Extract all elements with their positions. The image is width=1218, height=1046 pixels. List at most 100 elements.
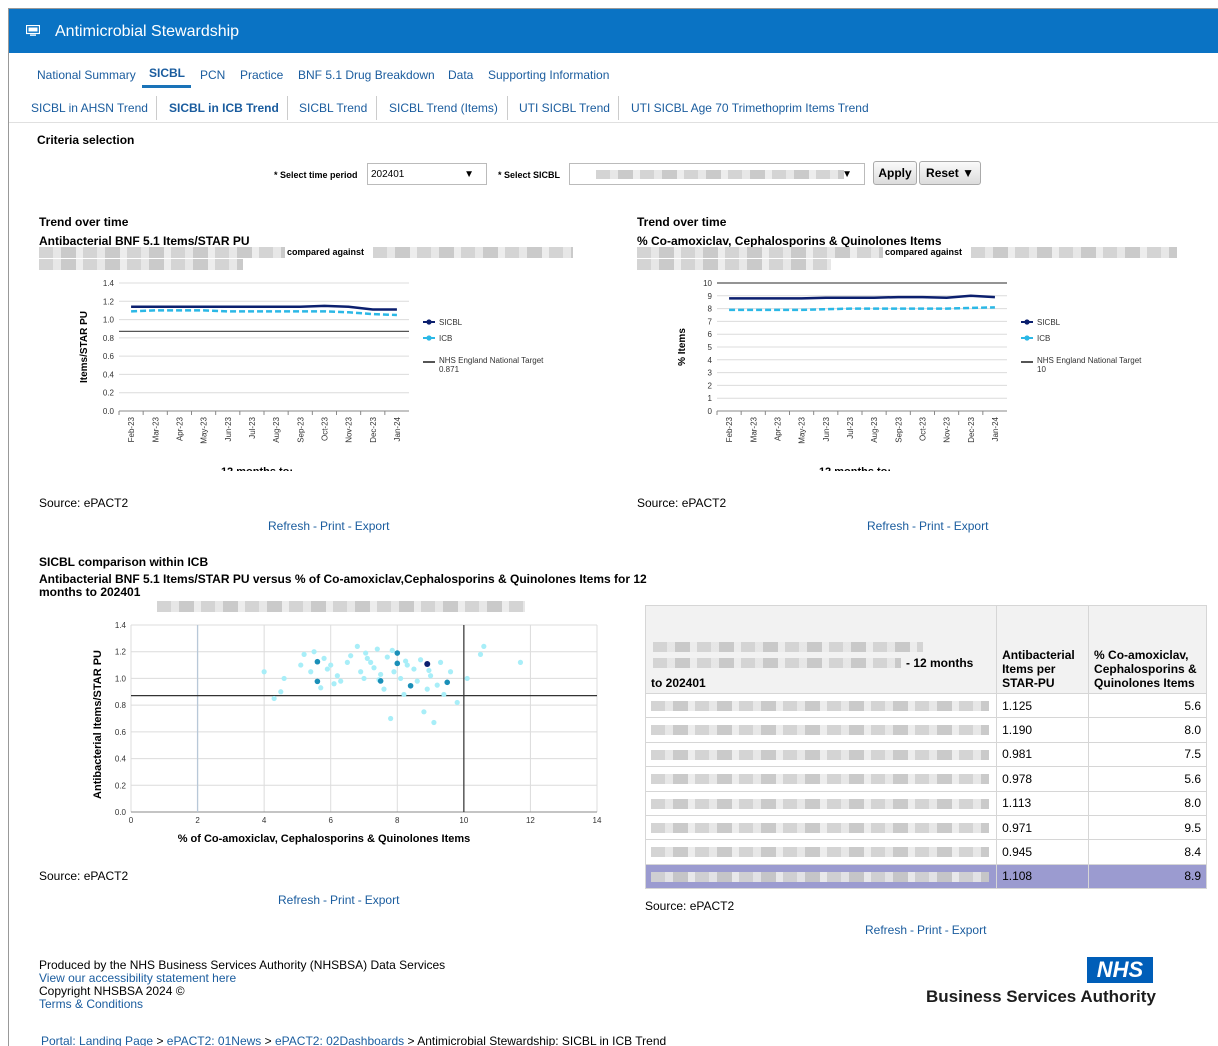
- redacted-text: [651, 701, 989, 711]
- x-tick-label: Oct-23: [320, 416, 329, 441]
- y-tick-label: 1.0: [115, 674, 127, 683]
- column-header-tail: - 12 months: [906, 656, 974, 670]
- bsa-logo-text: Business Services Authority: [926, 987, 1156, 1006]
- sicbl-comparison-table: - 12 months to 202401 Antibacterial Item…: [644, 605, 1207, 890]
- subtab-uti-sicbl-age70[interactable]: UTI SICBL Age 70 Trimethoprim Items Tren…: [631, 101, 869, 115]
- refresh-link[interactable]: Refresh: [867, 519, 909, 533]
- breadcrumb-news[interactable]: ePACT2: 01News: [167, 1034, 261, 1046]
- cell-name: [644, 814, 998, 841]
- pct-coamox-trend-chart: 0 1 2 3 4 5 6 7 8 9 10 Feb-23 Mar-23 Apr-23 May-23 Jun-…: [677, 279, 1142, 471]
- legend-label: NHS England National Target: [439, 356, 544, 365]
- print-link[interactable]: Print: [919, 519, 944, 533]
- subtab-uti-sicbl-trend[interactable]: UTI SICBL Trend: [519, 101, 610, 115]
- subtab-sicbl-in-ahsn-trend[interactable]: SICBL in AHSN Trend: [31, 101, 148, 115]
- breadcrumb-dashboards[interactable]: ePACT2: 02Dashboards: [275, 1034, 404, 1046]
- print-link[interactable]: Print: [330, 893, 355, 907]
- refresh-link[interactable]: Refresh: [268, 519, 310, 533]
- x-axis-label: % of Co-amoxiclav, Cephalosporins & Quin…: [178, 833, 471, 845]
- redacted-text: [637, 259, 831, 270]
- x-axis-label: 12 months to:: [819, 466, 891, 471]
- breadcrumb-landing-page[interactable]: Portal: Landing Page: [41, 1034, 153, 1046]
- print-link[interactable]: Print: [917, 923, 942, 937]
- y-axis-label: Items/STAR PU: [79, 311, 90, 383]
- scatter-point: [378, 671, 384, 678]
- legend-sublabel: 0.871: [439, 365, 460, 374]
- app-header: Antimicrobial Stewardship: [9, 9, 1218, 53]
- y-tick-label: 1.4: [115, 621, 127, 630]
- scatter-point: [417, 657, 424, 663]
- export-link[interactable]: Export: [954, 519, 989, 533]
- legend-marker: [426, 335, 432, 341]
- criteria-heading: Criteria selection: [37, 133, 135, 147]
- x-tick-label: Mar-23: [749, 416, 758, 442]
- scatter-point-selected: [314, 678, 321, 685]
- refresh-link[interactable]: Refresh: [865, 923, 907, 937]
- redacted-text: [637, 247, 883, 258]
- redacted-value: [596, 170, 844, 179]
- scatter-point-selected: [394, 650, 401, 656]
- subtab-sicbl-in-icb-trend[interactable]: SICBL in ICB Trend: [169, 101, 279, 115]
- y-tick-label: 1.2: [115, 648, 127, 657]
- x-tick-label: 6: [328, 816, 333, 825]
- table-row: 0.971 9.5: [644, 814, 1207, 841]
- subtab-sicbl-trend-items[interactable]: SICBL Trend (Items): [389, 101, 498, 115]
- redacted-text: [651, 749, 989, 760]
- print-link[interactable]: Print: [320, 519, 345, 533]
- table-row: 1.190 8.0: [644, 717, 1207, 743]
- tab-supporting-information[interactable]: Supporting Information: [488, 68, 609, 82]
- apply-button[interactable]: Apply: [873, 161, 917, 185]
- scatter-point: [454, 699, 460, 706]
- cell-items-per-star-pu: 0.945: [996, 839, 1090, 865]
- reset-button[interactable]: Reset ▼: [919, 161, 981, 185]
- x-tick-label: 4: [262, 816, 267, 825]
- scatter-point: [324, 666, 330, 672]
- tab-sicbl[interactable]: SICBL: [149, 66, 185, 80]
- x-tick-label: 8: [395, 816, 400, 825]
- subtab-sicbl-trend[interactable]: SICBL Trend: [299, 101, 367, 115]
- scatter-point: [464, 675, 470, 682]
- x-tick-label: Aug-23: [870, 416, 879, 442]
- tab-practice[interactable]: Practice: [240, 68, 283, 82]
- y-tick-label: 2: [708, 381, 713, 390]
- chevron-down-icon: ▼: [464, 169, 474, 180]
- table-row: 1.125 5.6: [644, 692, 1207, 719]
- redacted-text: [653, 658, 901, 668]
- table-row: 1.108 8.9: [644, 863, 1207, 890]
- chart1-title: Antibacterial BNF 5.1 Items/STAR PU: [39, 234, 250, 248]
- scatter-point-selected: [314, 658, 321, 665]
- tab-pcn[interactable]: PCN: [200, 68, 225, 82]
- cell-name: [644, 717, 998, 743]
- x-tick-label: Feb-23: [127, 416, 136, 442]
- x-tick-label: Oct-23: [918, 416, 927, 441]
- scatter-point: [384, 654, 390, 660]
- x-tick-label: Jun-23: [224, 416, 233, 441]
- export-link[interactable]: Export: [365, 893, 400, 907]
- cell-items-per-star-pu: 0.981: [996, 741, 1090, 768]
- x-tick-label: Nov-23: [943, 416, 952, 442]
- export-link[interactable]: Export: [355, 519, 390, 533]
- column-header-name: - 12 months to 202401: [644, 605, 998, 694]
- y-tick-label: 0.6: [103, 352, 115, 361]
- scatter-point: [334, 673, 340, 679]
- x-tick-label: May-23: [798, 416, 807, 443]
- cell-name: [644, 839, 998, 865]
- breadcrumb-separator: >: [264, 1034, 272, 1046]
- x-tick-label: Sep-23: [296, 416, 305, 442]
- tab-data[interactable]: Data: [448, 68, 473, 82]
- y-tick-label: 0.8: [103, 334, 115, 343]
- refresh-link[interactable]: Refresh: [278, 893, 320, 907]
- chart2-source: Source: ePACT2: [637, 496, 727, 510]
- y-tick-label: 1.4: [103, 279, 115, 288]
- terms-link[interactable]: Terms & Conditions: [39, 998, 445, 1011]
- cell-name: [644, 741, 998, 768]
- app-title: Antimicrobial Stewardship: [55, 23, 240, 40]
- tab-sicbl-underline: [142, 85, 191, 88]
- time-period-select[interactable]: 202401 ▼: [367, 163, 487, 185]
- export-link[interactable]: Export: [952, 923, 987, 937]
- tab-national-summary[interactable]: National Summary: [37, 68, 136, 82]
- tab-bnf-drug-breakdown[interactable]: BNF 5.1 Drug Breakdown: [298, 68, 435, 82]
- legend-label: SICBL: [1037, 318, 1061, 327]
- x-tick-label: Nov-23: [345, 416, 354, 442]
- sicbl-select[interactable]: ▼: [569, 163, 865, 185]
- redacted-text: [39, 247, 285, 258]
